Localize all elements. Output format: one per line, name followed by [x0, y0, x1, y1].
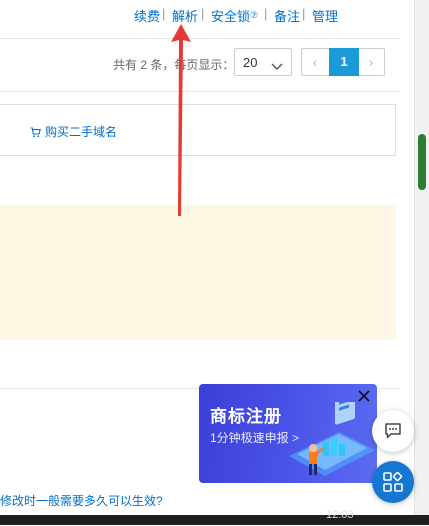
- buy-second-hand-domain-link[interactable]: 购买二手域名: [30, 123, 117, 141]
- chevron-down-icon: [271, 58, 283, 76]
- faq-link[interactable]: 修改时一般需要多久可以生效?: [0, 492, 163, 509]
- filing-link[interactable]: 备注: [274, 6, 300, 25]
- current-page-button[interactable]: 1: [329, 48, 359, 76]
- close-icon[interactable]: [357, 389, 371, 403]
- page-size-value: 20: [243, 55, 258, 70]
- separator: |: [302, 6, 306, 21]
- separator: |: [162, 6, 166, 21]
- buy-domain-label: 购买二手域名: [45, 125, 118, 139]
- next-page-button[interactable]: ›: [358, 49, 384, 75]
- taskbar-clock: 12:03: [326, 509, 354, 521]
- app-menu-button[interactable]: [372, 461, 414, 503]
- manage-link[interactable]: 管理: [312, 6, 338, 25]
- buy-domain-panel: 购买二手域名: [0, 104, 396, 156]
- prev-page-button[interactable]: ‹: [302, 49, 328, 75]
- separator: |: [264, 6, 268, 21]
- record-count: 共有 2 条，每页显示：: [113, 56, 234, 73]
- taskbar: 12:03: [0, 509, 429, 525]
- security-lock-link[interactable]: 安全锁⑦: [211, 6, 258, 25]
- trademark-illustration-icon: [283, 391, 377, 483]
- renew-link[interactable]: 续费: [134, 6, 160, 25]
- page-size-select[interactable]: 20: [234, 48, 292, 76]
- pagination-bar: 共有 2 条，每页显示： 20 ‹ 1 ›: [0, 39, 400, 92]
- count-suffix: 每页显示：: [174, 58, 235, 72]
- help-icon: ⑦: [250, 10, 259, 20]
- security-lock-label: 安全锁: [211, 9, 251, 24]
- dns-resolve-link[interactable]: 解析: [172, 6, 198, 25]
- notice-panel: [0, 205, 396, 340]
- trademark-ad-banner[interactable]: 商标注册 1分钟极速申报 >: [199, 384, 377, 483]
- chat-button[interactable]: [372, 410, 414, 452]
- pager: ‹ 1 ›: [301, 48, 385, 76]
- scrollbar[interactable]: [414, 0, 429, 515]
- scrollbar-thumb[interactable]: [418, 134, 426, 190]
- ad-title: 商标注册: [210, 407, 282, 426]
- domain-action-bar: 续费 | 解析 | 安全锁⑦ | 备注 | 管理: [0, 0, 400, 39]
- count-prefix: 共有 2 条，: [113, 58, 175, 72]
- separator: |: [201, 6, 205, 21]
- shopping-cart-icon: [30, 127, 41, 141]
